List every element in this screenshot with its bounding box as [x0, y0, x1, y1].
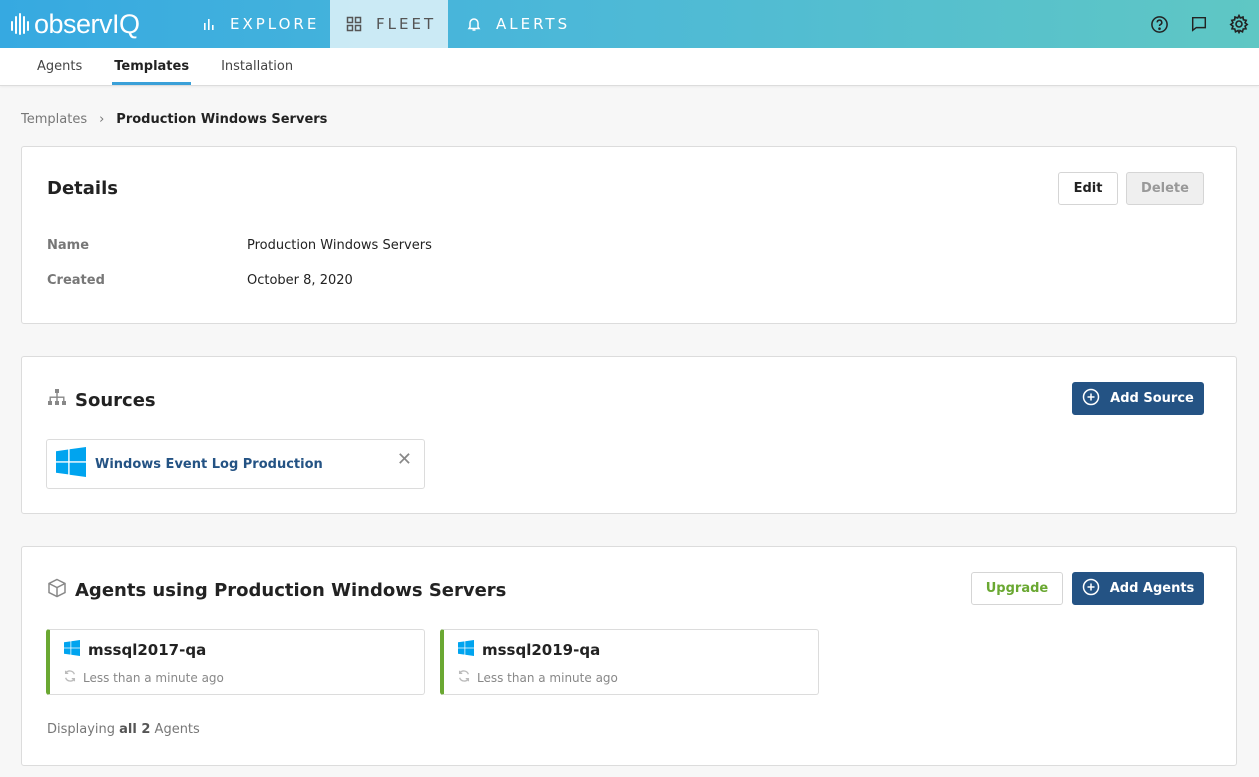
- details-title: Details: [47, 178, 118, 199]
- nav-fleet[interactable]: FLEET: [330, 0, 448, 48]
- close-icon[interactable]: ✕: [397, 449, 412, 470]
- sources-card: Sources Add Source Windows Event Log Pro…: [21, 356, 1237, 514]
- bar-chart-icon: [202, 17, 216, 31]
- breadcrumb-separator: ›: [99, 112, 105, 127]
- cube-icon: [47, 578, 67, 603]
- breadcrumb-current: Production Windows Servers: [116, 112, 328, 127]
- footer-count: all 2: [119, 722, 151, 737]
- plus-circle-icon: [1082, 388, 1100, 410]
- nav-explore-label: EXPLORE: [230, 15, 320, 33]
- bell-icon: [466, 16, 482, 32]
- agent-card-mssql2017-qa[interactable]: mssql2017-qa Less than a minute ago: [46, 629, 425, 695]
- agent-status: Less than a minute ago: [63, 669, 224, 686]
- refresh-icon: [63, 669, 77, 686]
- breadcrumb: Templates › Production Windows Servers: [21, 112, 327, 127]
- delete-button[interactable]: Delete: [1126, 172, 1204, 205]
- agent-name: mssql2019-qa: [482, 641, 601, 659]
- help-icon[interactable]: [1149, 14, 1169, 34]
- breadcrumb-templates-link[interactable]: Templates: [21, 112, 87, 127]
- footer-prefix: Displaying: [47, 722, 120, 737]
- plus-circle-icon: [1082, 578, 1100, 600]
- grid-icon: [346, 16, 362, 32]
- source-item-label: Windows Event Log Production: [95, 456, 323, 472]
- detail-value-name: Production Windows Servers: [247, 238, 432, 253]
- settings-icon[interactable]: [1229, 14, 1249, 34]
- detail-key-name: Name: [47, 238, 90, 253]
- add-agents-button[interactable]: Add Agents: [1072, 572, 1204, 605]
- logo-mark-icon: [10, 12, 32, 36]
- upgrade-button[interactable]: Upgrade: [971, 572, 1063, 605]
- tab-installation[interactable]: Installation: [205, 48, 309, 85]
- add-source-label: Add Source: [1110, 391, 1194, 406]
- detail-key-created: Created: [47, 273, 105, 288]
- brand-name: observIQ: [34, 8, 140, 39]
- agent-status-text: Less than a minute ago: [83, 670, 224, 685]
- agents-title: Agents using Production Windows Servers: [75, 580, 507, 601]
- agent-status-text: Less than a minute ago: [477, 670, 618, 685]
- sources-heading: Sources: [47, 388, 156, 413]
- add-agents-label: Add Agents: [1109, 581, 1195, 596]
- agent-name-row: mssql2019-qa: [458, 640, 600, 660]
- detail-row-name: Name Production Windows Servers: [47, 238, 432, 253]
- brand-logo[interactable]: observIQ: [0, 0, 172, 48]
- edit-button[interactable]: Edit: [1058, 172, 1118, 205]
- detail-row-created: Created October 8, 2020: [47, 273, 353, 288]
- agent-card-mssql2019-qa[interactable]: mssql2019-qa Less than a minute ago: [440, 629, 819, 695]
- agent-status: Less than a minute ago: [457, 669, 618, 686]
- nav-alerts-label: ALERTS: [496, 15, 571, 33]
- refresh-icon: [457, 669, 471, 686]
- nav-explore[interactable]: EXPLORE: [172, 0, 330, 48]
- tab-agents[interactable]: Agents: [21, 48, 98, 85]
- agent-name: mssql2017-qa: [88, 641, 207, 659]
- chat-icon[interactable]: [1189, 14, 1209, 34]
- add-source-button[interactable]: Add Source: [1072, 382, 1204, 415]
- details-card: Details Edit Delete Name Production Wind…: [21, 146, 1237, 324]
- nav-alerts[interactable]: ALERTS: [448, 0, 586, 48]
- agents-heading: Agents using Production Windows Servers: [47, 578, 506, 603]
- detail-value-created: October 8, 2020: [247, 273, 353, 288]
- sub-nav: Agents Templates Installation: [0, 48, 1259, 86]
- source-item[interactable]: Windows Event Log Production ✕: [46, 439, 425, 489]
- windows-icon: [64, 640, 80, 660]
- hierarchy-icon: [47, 388, 67, 413]
- nav-fleet-label: FLEET: [376, 15, 437, 33]
- sources-title: Sources: [75, 390, 156, 411]
- agents-card: Agents using Production Windows Servers …: [21, 546, 1237, 766]
- windows-icon: [56, 447, 86, 481]
- windows-icon: [458, 640, 474, 660]
- top-nav-bar: observIQ EXPLORE FLEET ALERTS: [0, 0, 1259, 48]
- tab-templates[interactable]: Templates: [98, 48, 205, 85]
- agent-name-row: mssql2017-qa: [64, 640, 206, 660]
- footer-suffix: Agents: [150, 722, 200, 737]
- agents-count-footer: Displaying all 2 Agents: [47, 722, 200, 737]
